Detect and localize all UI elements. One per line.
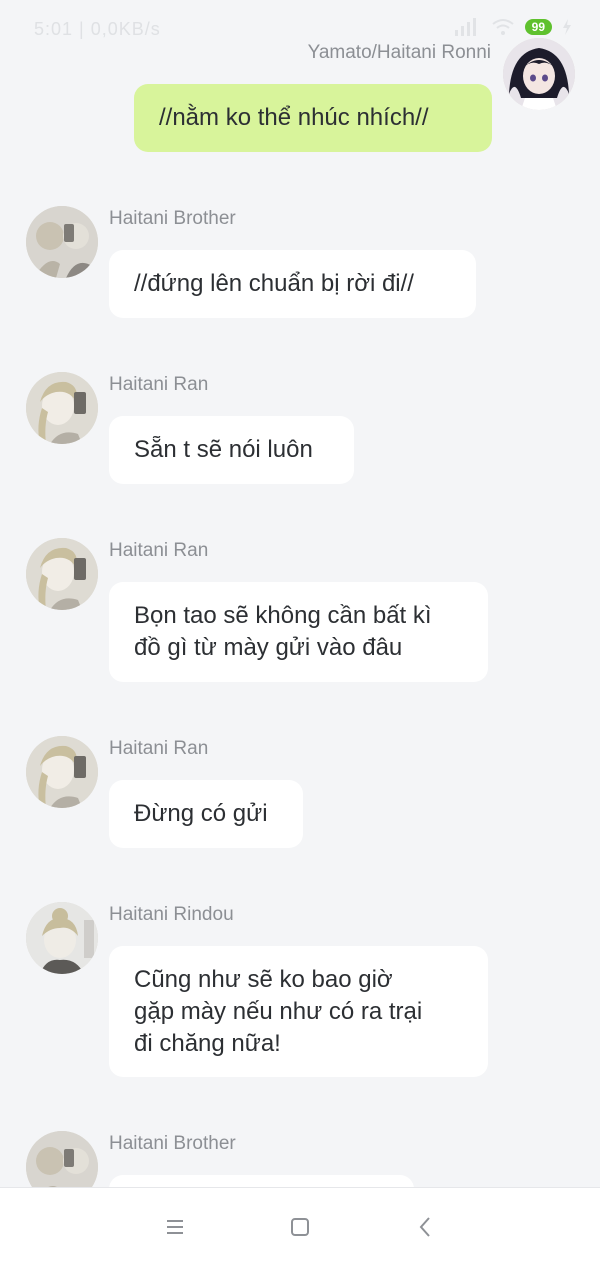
contact-avatar-ran[interactable] xyxy=(26,372,98,444)
message-text-line: đồ gì từ mày gửi vào đâu xyxy=(134,634,403,661)
back-chevron-icon[interactable] xyxy=(410,1212,440,1242)
menu-icon[interactable] xyxy=(160,1212,190,1242)
status-time-speed: 5:01 | 0,0KB/s xyxy=(34,19,161,39)
message-bubble[interactable]: Bọn tao sẽ không cần bất kì đồ gì từ mày… xyxy=(109,582,488,682)
battery-badge: 99 xyxy=(524,19,552,35)
sender-name: Haitani Brother xyxy=(109,1133,236,1154)
message-text-line: Cũng như sẽ ko bao giờ xyxy=(134,966,393,993)
message-bubble-mine[interactable]: //nằm ko thể nhúc nhích// xyxy=(134,84,492,152)
sender-name: Haitani Rindou xyxy=(109,904,234,925)
message-text: Sẵn t sẽ nói luôn xyxy=(134,436,313,463)
sender-name: Haitani Ran xyxy=(109,738,209,759)
home-square-icon[interactable] xyxy=(285,1212,315,1242)
message-text: Đừng có gửi xyxy=(134,800,268,827)
navigation-bar xyxy=(0,1187,600,1268)
message-text: //nằm ko thể nhúc nhích// xyxy=(159,104,429,131)
sender-name: Haitani Ran xyxy=(109,374,209,395)
message-bubble[interactable]: Cũng như sẽ ko bao giờ gặp mày nếu như c… xyxy=(109,946,488,1077)
message-text-line: gặp mày nếu như có ra trại xyxy=(134,998,423,1025)
message-text-line: Bọn tao sẽ không cần bất kì xyxy=(134,602,432,629)
wifi-icon xyxy=(492,19,514,35)
contact-avatar-rindou[interactable] xyxy=(26,902,98,974)
message-text-line: đi chăng nữa! xyxy=(134,1030,281,1057)
contact-avatar-ran[interactable] xyxy=(26,538,98,610)
message-bubble[interactable]: Đừng có gửi xyxy=(109,780,303,848)
charging-icon xyxy=(563,19,571,35)
sender-name: Haitani Ran xyxy=(109,540,209,561)
sender-name: Haitani Brother xyxy=(109,208,236,229)
sender-name: Yamato/Haitani Ronni xyxy=(307,42,491,63)
my-avatar[interactable] xyxy=(503,38,575,110)
message-bubble[interactable]: //đứng lên chuẩn bị rời đi// xyxy=(109,250,476,318)
message-text: //đứng lên chuẩn bị rời đi// xyxy=(134,270,414,297)
signal-icon xyxy=(454,18,476,36)
contact-avatar-ran[interactable] xyxy=(26,736,98,808)
contact-avatar-brother[interactable] xyxy=(26,206,98,278)
message-bubble[interactable]: Sẵn t sẽ nói luôn xyxy=(109,416,354,484)
